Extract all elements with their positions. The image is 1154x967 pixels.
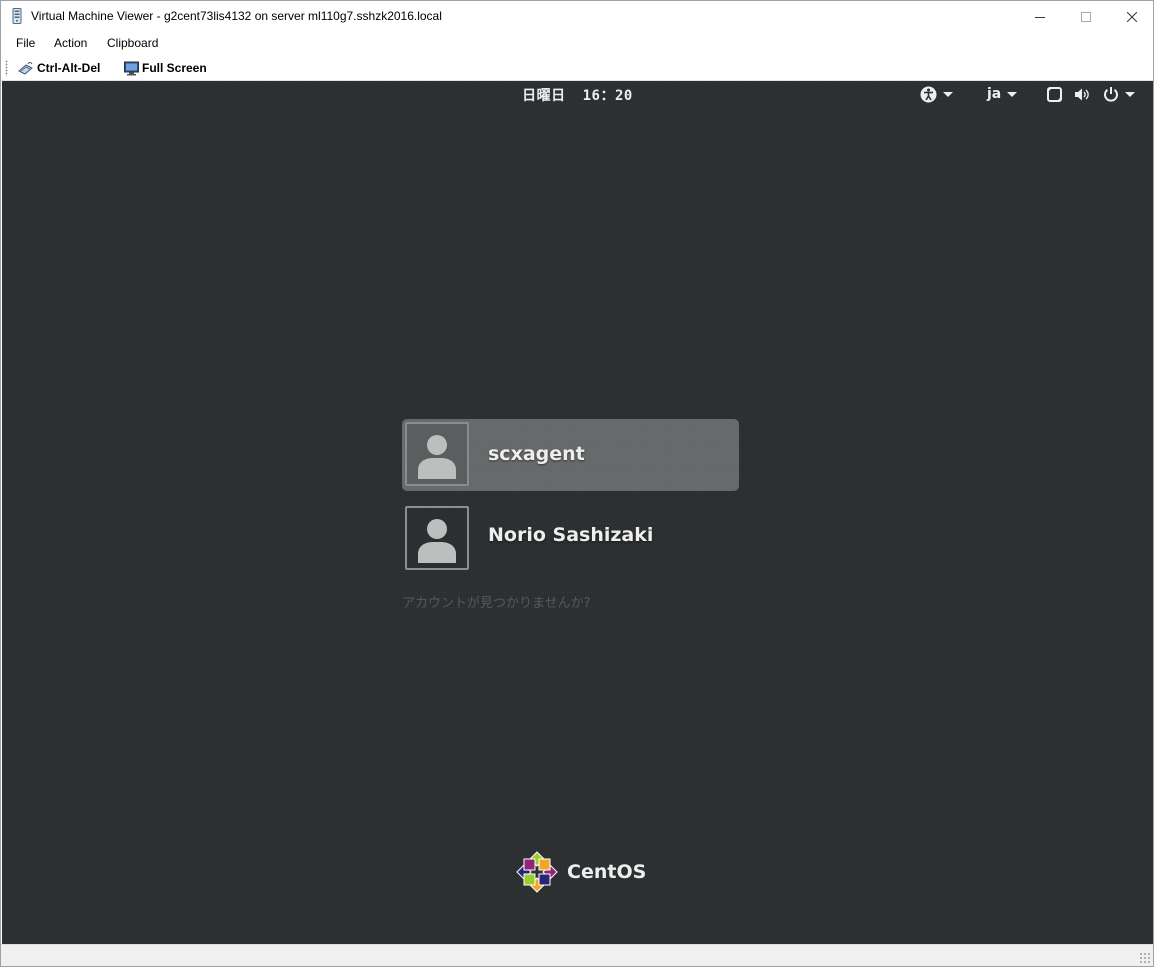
menu-bar: File Action Clipboard — [1, 32, 1153, 55]
maximize-icon — [1081, 11, 1091, 22]
toolbar: Ctrl-Alt-Del Full Screen — [1, 55, 1153, 81]
ctrl-alt-del-button[interactable]: Ctrl-Alt-Del — [17, 58, 100, 78]
minimize-button[interactable] — [1017, 1, 1063, 32]
avatar — [405, 422, 469, 486]
panel-clock[interactable]: 日曜日 16：20 — [2, 85, 1153, 105]
language-menu[interactable]: ja — [987, 84, 1018, 104]
status-bar — [1, 944, 1153, 966]
menu-clipboard[interactable]: Clipboard — [107, 36, 158, 50]
keyboard-icon — [18, 61, 33, 75]
language-label: ja — [987, 86, 1002, 102]
volume-icon — [1075, 88, 1089, 100]
not-listed-link[interactable]: アカウントが見つかりませんか? — [402, 592, 591, 611]
monitor-icon — [124, 61, 139, 75]
user-avatar-icon — [418, 435, 456, 479]
chevron-down-icon — [1125, 91, 1135, 97]
volume-button[interactable] — [1074, 84, 1091, 104]
close-button[interactable] — [1109, 1, 1154, 32]
minimize-icon — [1035, 16, 1045, 18]
clock-day: 日曜日 — [522, 88, 566, 104]
power-menu[interactable] — [1103, 84, 1135, 104]
user-list-item[interactable]: Norio Sashizaki — [402, 503, 739, 575]
toolbar-grip[interactable] — [5, 60, 8, 76]
vm-display[interactable]: 日曜日 16：20 ja scxagent Norio Sashizaki アカ… — [2, 81, 1153, 944]
menu-file[interactable]: File — [16, 36, 35, 50]
chevron-down-icon — [943, 91, 953, 97]
maximize-button[interactable] — [1063, 1, 1109, 32]
centos-logo-text: CentOS — [567, 861, 647, 883]
power-icon — [1104, 87, 1118, 102]
user-name: scxagent — [488, 443, 585, 465]
clock-time: 16：20 — [582, 88, 633, 104]
centos-logo: CentOS — [516, 851, 646, 893]
avatar — [405, 506, 469, 570]
full-screen-label: Full Screen — [142, 61, 207, 75]
window-title: Virtual Machine Viewer - g2cent73lis4132… — [31, 9, 442, 23]
user-avatar-icon — [418, 519, 456, 563]
chevron-down-icon — [1007, 91, 1018, 97]
accessibility-icon — [920, 86, 937, 102]
vm-viewer-window: Virtual Machine Viewer - g2cent73lis4132… — [0, 0, 1154, 967]
close-icon — [1127, 11, 1137, 22]
user-list-item[interactable]: scxagent — [402, 419, 739, 491]
vm-viewer-app-icon — [12, 8, 22, 24]
title-bar[interactable]: Virtual Machine Viewer - g2cent73lis4132… — [1, 1, 1153, 32]
resize-grip[interactable] — [1139, 952, 1151, 964]
menu-action[interactable]: Action — [54, 36, 87, 50]
centos-logo-icon — [516, 851, 558, 893]
display-icon — [1047, 86, 1062, 102]
full-screen-button[interactable]: Full Screen — [124, 58, 207, 78]
user-name: Norio Sashizaki — [488, 524, 654, 546]
screen-icon-button[interactable] — [1047, 84, 1062, 104]
ctrl-alt-del-label: Ctrl-Alt-Del — [37, 61, 101, 75]
accessibility-menu[interactable] — [920, 84, 953, 104]
